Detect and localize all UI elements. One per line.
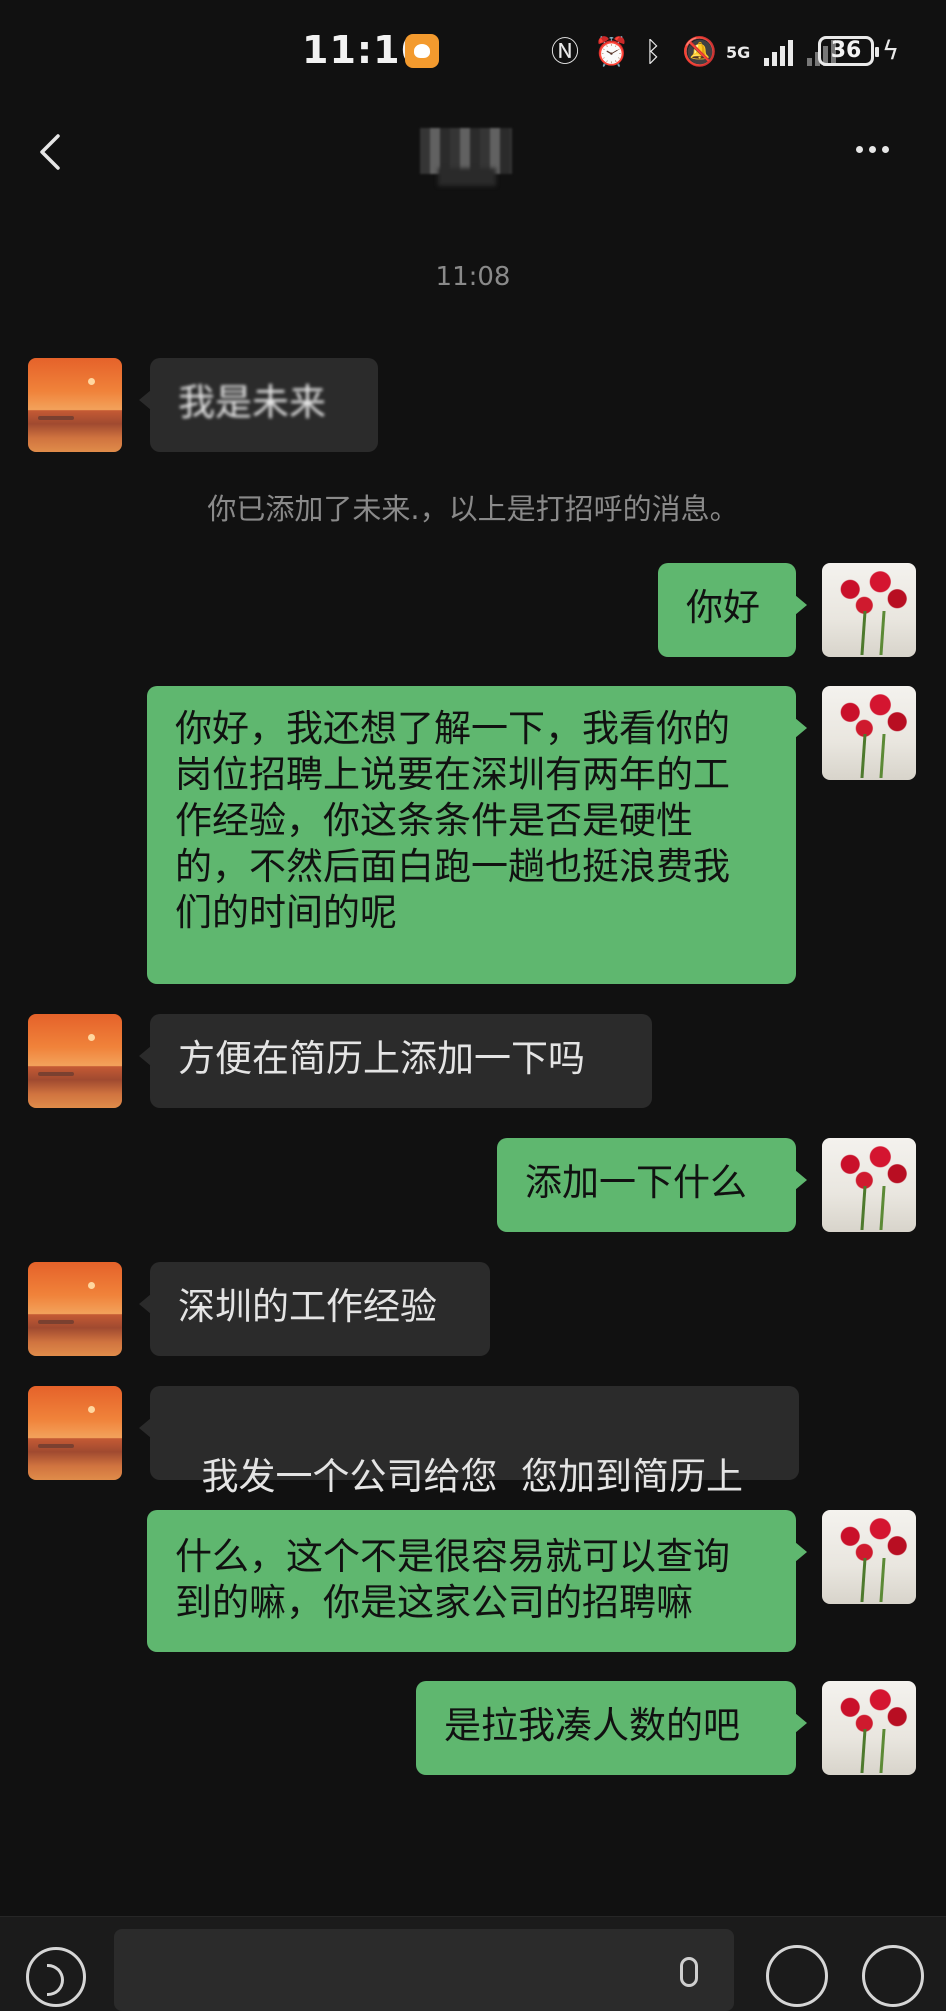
message-text-line: 岗位招聘上说要在深圳有两年的工 — [175, 753, 730, 796]
message-text-line: 的，不然后面白跑一趟也挺浪费我 — [175, 845, 730, 888]
message-bubble-incoming[interactable]: 方便在简历上添加一下吗 — [139, 1014, 652, 1108]
title-blur-overlay — [438, 168, 496, 186]
message-bubble-outgoing[interactable]: 添加一下什么 — [497, 1138, 807, 1232]
nfc-icon: Ⓝ — [550, 35, 579, 68]
message-text-line: 作经验，你这条条件是否是硬性 — [175, 799, 693, 842]
message-bubble-outgoing[interactable]: 什么，这个不是很容易就可以查询 到的嘛，你是这家公司的招聘嘛 — [147, 1510, 807, 1652]
more-options-icon[interactable] — [856, 146, 889, 153]
my-avatar[interactable] — [822, 1510, 916, 1604]
message-text-line: 们的时间的呢 — [175, 891, 397, 934]
contact-avatar[interactable] — [28, 1262, 122, 1356]
message-text: 添加一下什么 — [525, 1161, 747, 1204]
contact-avatar[interactable] — [28, 1386, 122, 1480]
message-input-bar — [0, 1916, 946, 2011]
system-notice: 你已添加了未来.，以上是打招呼的消息。 — [207, 492, 739, 526]
message-text: 深圳的工作经验 — [178, 1285, 437, 1328]
my-avatar[interactable] — [822, 1681, 916, 1775]
mute-bell-icon: 🔕 — [682, 35, 717, 68]
my-avatar[interactable] — [822, 563, 916, 657]
message-input-field[interactable] — [114, 1929, 734, 2011]
battery-icon: 36 — [818, 36, 879, 66]
message-text-line: 到的嘛，你是这家公司的招聘嘛 — [175, 1581, 693, 1624]
emoji-icon[interactable] — [766, 1945, 828, 2007]
charging-icon: ϟ — [882, 36, 900, 66]
network-type-label: 5G — [726, 42, 751, 62]
alarm-icon: ⏰ — [594, 35, 629, 68]
message-text: 我发一个公司给您 您加到简历上 — [201, 1455, 744, 1498]
voice-input-icon[interactable] — [26, 1947, 86, 2007]
message-bubble-outgoing[interactable]: 是拉我凑人数的吧 — [416, 1681, 807, 1775]
message-text: 方便在简历上添加一下吗 — [178, 1037, 585, 1080]
status-icons: Ⓝ ⏰ ᛒ 🔕 5G — [550, 30, 837, 74]
message-text: 我是未来 — [178, 381, 326, 424]
contact-avatar[interactable] — [28, 1014, 122, 1108]
message-text: 是拉我凑人数的吧 — [444, 1704, 740, 1747]
message-bubble-incoming[interactable]: 我是未来 — [139, 358, 378, 452]
message-bubble-outgoing[interactable]: 你好，我还想了解一下，我看你的 岗位招聘上说要在深圳有两年的工 作经验，你这条条… — [147, 686, 807, 984]
status-bar: 11:16 Ⓝ ⏰ ᛒ 🔕 5G 36 ϟ — [0, 0, 946, 100]
message-bubble-outgoing[interactable]: 你好 — [658, 563, 807, 657]
message-text-line: 你好，我还想了解一下，我看你的 — [175, 707, 730, 750]
message-text-line: 什么，这个不是很容易就可以查询 — [175, 1535, 730, 1578]
my-avatar[interactable] — [822, 1138, 916, 1232]
contact-avatar[interactable] — [28, 358, 122, 452]
back-arrow-icon[interactable] — [34, 132, 68, 172]
message-timestamp: 11:08 — [435, 262, 511, 292]
app-notification-icon — [405, 34, 439, 68]
message-bubble-incoming[interactable]: 深圳的工作经验 — [139, 1262, 490, 1356]
message-bubble-incoming[interactable]: 我发一个公司给您 您加到简历上 — [139, 1386, 799, 1498]
my-avatar[interactable] — [822, 686, 916, 780]
message-text: 你好 — [686, 586, 760, 629]
signal-strength-icon — [764, 38, 794, 66]
bluetooth-icon: ᛒ — [644, 35, 662, 68]
add-more-icon[interactable] — [862, 1945, 924, 2007]
microphone-icon[interactable] — [680, 1957, 698, 1987]
